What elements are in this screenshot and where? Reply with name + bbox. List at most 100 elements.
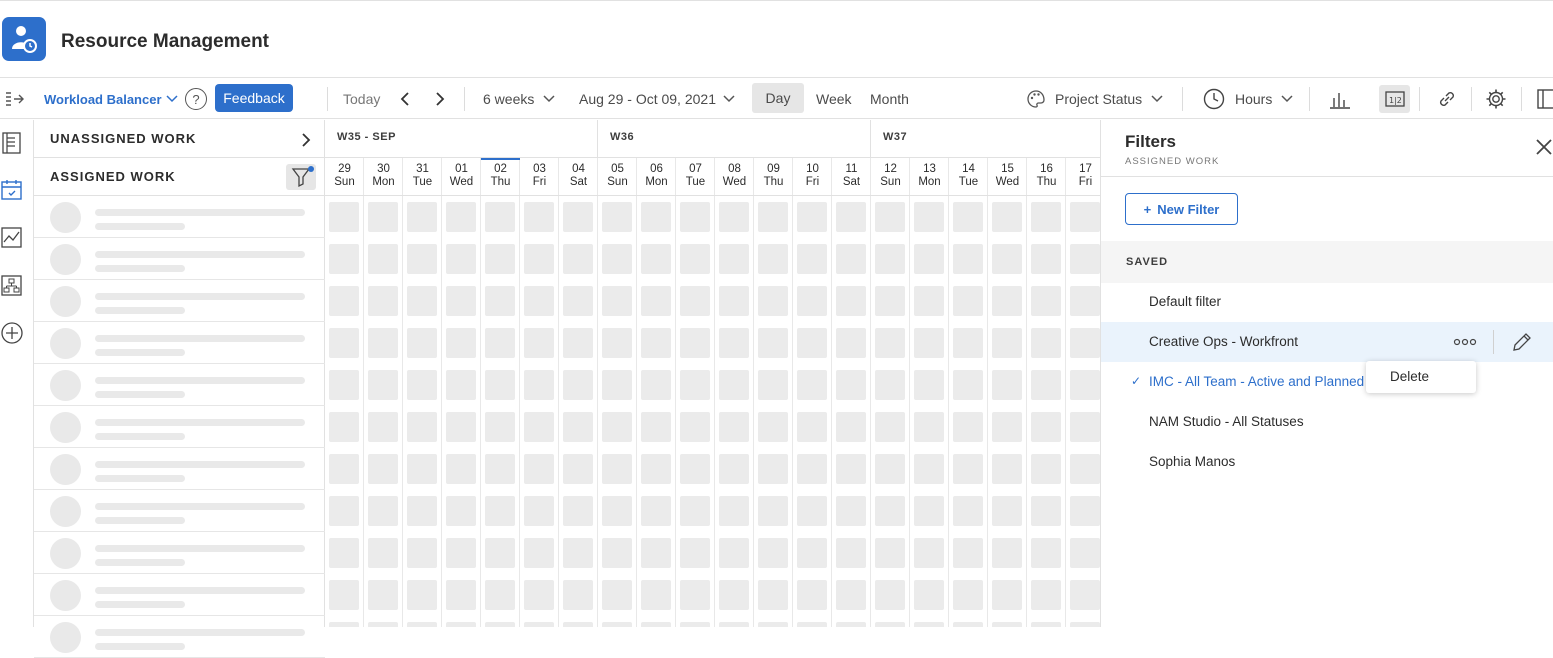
allocation-cell[interactable] xyxy=(1070,370,1100,400)
allocation-cell[interactable] xyxy=(953,496,983,526)
allocation-cell[interactable] xyxy=(992,202,1022,232)
new-filter-button[interactable]: + New Filter xyxy=(1125,193,1238,225)
allocation-cell[interactable] xyxy=(485,580,515,610)
allocation-cell[interactable] xyxy=(797,370,827,400)
allocation-cell[interactable] xyxy=(641,370,671,400)
line-chart-icon[interactable] xyxy=(1,227,23,249)
allocation-cell[interactable] xyxy=(641,538,671,568)
allocation-cell[interactable] xyxy=(446,244,476,274)
date-range-dropdown[interactable]: Aug 29 - Oct 09, 2021 xyxy=(579,79,735,119)
allocation-cell[interactable] xyxy=(719,286,749,316)
allocation-cell[interactable] xyxy=(836,244,866,274)
allocation-cell[interactable] xyxy=(602,538,632,568)
allocation-cell[interactable] xyxy=(758,328,788,358)
allocation-cell[interactable] xyxy=(368,328,398,358)
allocation-cell[interactable] xyxy=(524,244,554,274)
allocation-cell[interactable] xyxy=(485,496,515,526)
allocation-cell[interactable] xyxy=(1070,496,1100,526)
saved-filter-item[interactable]: Default filter xyxy=(1101,282,1553,322)
close-icon[interactable] xyxy=(1535,138,1553,156)
allocation-cell[interactable] xyxy=(1070,202,1100,232)
allocation-cell[interactable] xyxy=(602,286,632,316)
allocation-cell[interactable] xyxy=(719,538,749,568)
allocation-cell[interactable] xyxy=(563,370,593,400)
allocation-cell[interactable] xyxy=(602,202,632,232)
allocation-cell[interactable] xyxy=(1031,202,1061,232)
allocation-cell[interactable] xyxy=(641,244,671,274)
allocation-cell[interactable] xyxy=(1031,286,1061,316)
allocation-cell[interactable] xyxy=(602,412,632,442)
allocation-cell[interactable] xyxy=(953,622,983,627)
allocation-cell[interactable] xyxy=(992,328,1022,358)
allocation-cell[interactable] xyxy=(992,622,1022,627)
allocation-cell[interactable] xyxy=(875,454,905,484)
allocation-cell[interactable] xyxy=(329,622,359,627)
allocation-cell[interactable] xyxy=(1070,538,1100,568)
allocation-cell[interactable] xyxy=(680,244,710,274)
allocation-cell[interactable] xyxy=(953,370,983,400)
allocation-cell[interactable] xyxy=(446,454,476,484)
allocation-cell[interactable] xyxy=(758,580,788,610)
more-options-icon[interactable] xyxy=(1453,334,1477,350)
allocation-cell[interactable] xyxy=(797,328,827,358)
allocation-cell[interactable] xyxy=(719,328,749,358)
allocation-cell[interactable] xyxy=(758,496,788,526)
allocation-cell[interactable] xyxy=(641,202,671,232)
allocation-cell[interactable] xyxy=(953,328,983,358)
allocation-cell[interactable] xyxy=(1031,370,1061,400)
allocation-cell[interactable] xyxy=(836,202,866,232)
allocation-cell[interactable] xyxy=(1070,412,1100,442)
allocation-cell[interactable] xyxy=(758,454,788,484)
allocation-cell[interactable] xyxy=(680,454,710,484)
allocation-cell[interactable] xyxy=(758,286,788,316)
allocation-cell[interactable] xyxy=(602,622,632,627)
allocation-cell[interactable] xyxy=(446,496,476,526)
allocation-cell[interactable] xyxy=(407,580,437,610)
allocation-cell[interactable] xyxy=(407,244,437,274)
allocation-cell[interactable] xyxy=(797,580,827,610)
allocation-cell[interactable] xyxy=(836,622,866,627)
allocation-cell[interactable] xyxy=(1070,244,1100,274)
resource-management-logo-icon[interactable] xyxy=(2,17,46,61)
allocation-cell[interactable] xyxy=(446,580,476,610)
allocation-cell[interactable] xyxy=(1031,538,1061,568)
filter-button[interactable] xyxy=(286,164,316,190)
allocation-cell[interactable] xyxy=(563,580,593,610)
allocation-cell[interactable] xyxy=(797,454,827,484)
allocation-cell[interactable] xyxy=(485,622,515,627)
allocation-cell[interactable] xyxy=(1070,580,1100,610)
view-week-button[interactable]: Week xyxy=(816,79,852,119)
allocation-cell[interactable] xyxy=(992,286,1022,316)
feedback-button[interactable]: Feedback xyxy=(215,84,293,112)
previous-arrow-icon[interactable] xyxy=(393,87,417,111)
today-button[interactable]: Today xyxy=(343,79,380,119)
allocation-cell[interactable] xyxy=(914,412,944,442)
allocation-cell[interactable] xyxy=(953,202,983,232)
allocation-cell[interactable] xyxy=(680,496,710,526)
org-chart-icon[interactable] xyxy=(1,275,23,297)
pencil-icon[interactable] xyxy=(1511,331,1533,353)
allocation-cell[interactable] xyxy=(836,454,866,484)
allocation-cell[interactable] xyxy=(368,286,398,316)
allocation-cell[interactable] xyxy=(524,202,554,232)
allocation-cell[interactable] xyxy=(641,454,671,484)
allocation-cell[interactable] xyxy=(797,202,827,232)
allocation-cell[interactable] xyxy=(446,538,476,568)
allocation-cell[interactable] xyxy=(524,412,554,442)
allocation-cell[interactable] xyxy=(602,370,632,400)
allocation-cell[interactable] xyxy=(1031,580,1061,610)
chevron-right-icon[interactable] xyxy=(301,133,311,147)
allocation-cell[interactable] xyxy=(407,202,437,232)
allocation-cell[interactable] xyxy=(836,496,866,526)
calendar-check-icon[interactable] xyxy=(1,179,23,201)
allocation-cell[interactable] xyxy=(914,286,944,316)
allocation-cell[interactable] xyxy=(836,580,866,610)
saved-filter-item[interactable]: Creative Ops - Workfront xyxy=(1101,322,1553,362)
allocation-cell[interactable] xyxy=(485,454,515,484)
saved-filter-item[interactable]: NAM Studio - All Statuses xyxy=(1101,402,1553,442)
allocation-cell[interactable] xyxy=(875,580,905,610)
unassigned-work-header[interactable]: UNASSIGNED WORK xyxy=(34,120,325,158)
saved-filter-item-selected[interactable]: ✓ IMC - All Team - Active and Planned xyxy=(1101,362,1553,402)
allocation-cell[interactable] xyxy=(368,580,398,610)
view-month-button[interactable]: Month xyxy=(870,79,909,119)
